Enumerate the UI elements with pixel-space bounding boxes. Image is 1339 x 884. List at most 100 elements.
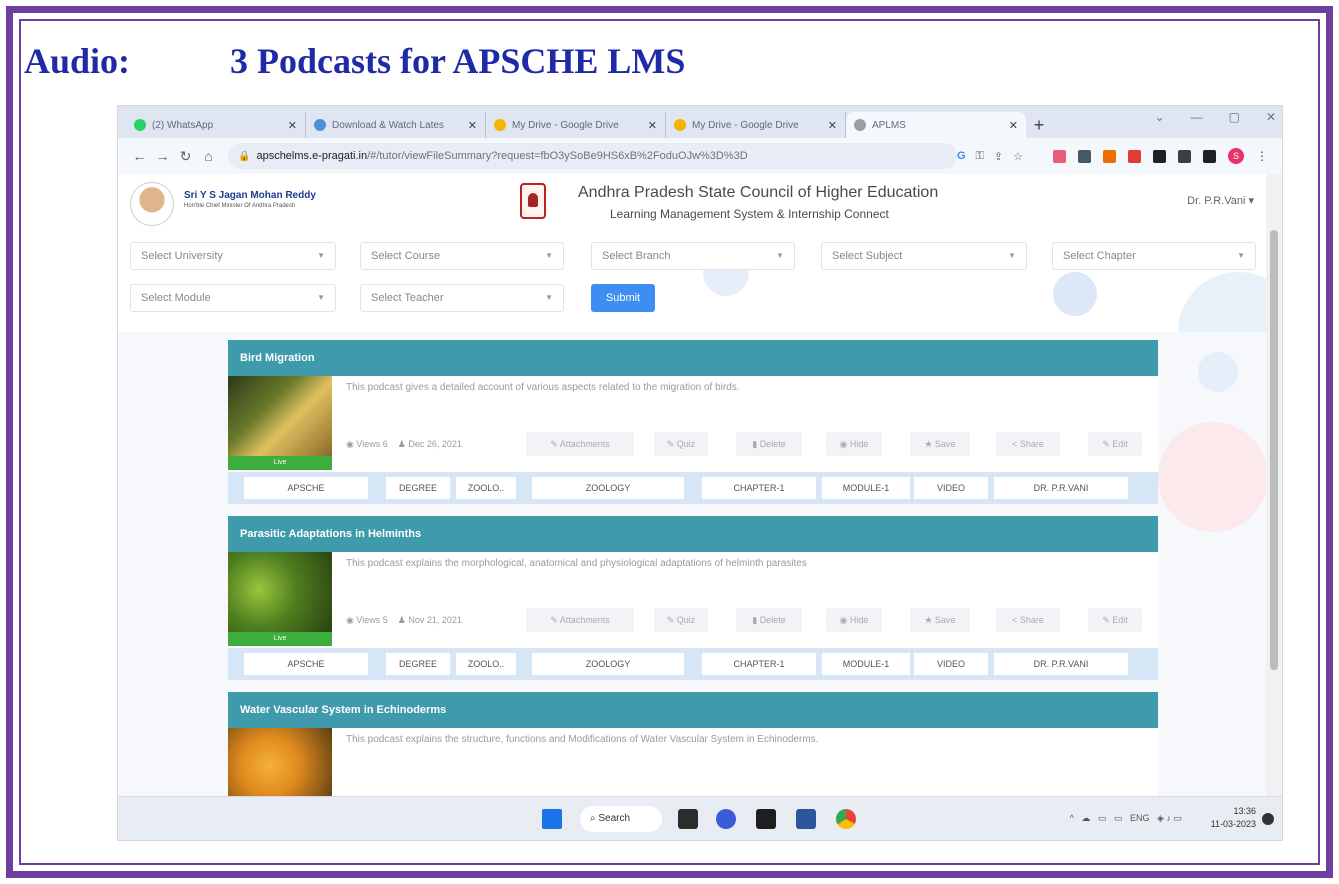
keyboard-icon[interactable]: ▭ (1098, 813, 1107, 823)
volume-icon[interactable]: ♪ (1166, 813, 1171, 823)
podcast-thumbnail[interactable]: Live (228, 552, 332, 646)
close-icon[interactable]: ✕ (1009, 119, 1018, 132)
url-input[interactable]: 🔒 apschelms.e-pragati.in/#/tutor/viewFil… (228, 143, 957, 169)
language-indicator[interactable]: ENG (1130, 813, 1150, 823)
select-module[interactable]: Select Module ▼ (130, 284, 336, 312)
save-button[interactable]: ★ Save (910, 608, 970, 632)
tab-drive-2[interactable]: My Drive - Google Drive ✕ (666, 112, 846, 138)
share-icon[interactable]: ⇪ (994, 150, 1003, 163)
tab-drive-1[interactable]: My Drive - Google Drive ✕ (486, 112, 666, 138)
save-button[interactable]: ★ Save (910, 432, 970, 456)
back-icon[interactable]: ← (128, 148, 151, 164)
button-label: Attachments (559, 439, 610, 449)
cloud-icon[interactable]: ☁ (1081, 813, 1090, 823)
maximize-icon[interactable]: ▢ (1229, 110, 1240, 124)
clock[interactable]: 13:36 11-03-2023 (1211, 805, 1256, 831)
new-tab-button[interactable]: + (1026, 112, 1052, 138)
close-icon[interactable]: ✕ (468, 119, 477, 132)
star-icon[interactable]: ☆ (1013, 150, 1023, 163)
select-label: Select Course (371, 250, 441, 262)
scrollbar-thumb[interactable] (1270, 230, 1278, 670)
extension-icon[interactable] (1103, 149, 1116, 163)
slide-heading: 3 Podcasts for APSCHE LMS (230, 41, 686, 81)
podcast-title[interactable]: Parasitic Adaptations in Helminths (228, 516, 1158, 552)
share-button[interactable]: < Share (996, 608, 1060, 632)
select-university[interactable]: Select University ▼ (130, 242, 336, 270)
hide-button[interactable]: ◉ Hide (826, 608, 882, 632)
scrollbar[interactable] (1266, 174, 1282, 796)
app-icon[interactable] (756, 809, 776, 829)
select-branch[interactable]: Select Branch ▼ (591, 242, 795, 270)
battery-icon[interactable]: ▭ (1173, 813, 1182, 823)
quiz-button[interactable]: ✎ Quiz (654, 608, 708, 632)
podcast-title[interactable]: Water Vascular System in Echinoderms (228, 692, 1158, 728)
podcast-title[interactable]: Bird Migration (228, 340, 1158, 376)
share-button[interactable]: < Share (996, 432, 1060, 456)
close-icon[interactable]: ✕ (288, 119, 297, 132)
delete-button[interactable]: ▮ Delete (736, 432, 802, 456)
word-icon[interactable] (796, 809, 816, 829)
chat-icon[interactable] (716, 809, 736, 829)
button-label: Quiz (676, 439, 696, 449)
chevron-down-icon[interactable]: ⌄ (1155, 110, 1165, 124)
user-menu[interactable]: Dr. P.R.Vani ▾ (1187, 194, 1254, 207)
select-course[interactable]: Select Course ▼ (360, 242, 564, 270)
sidepanel-icon[interactable] (1203, 149, 1216, 163)
edit-button[interactable]: ✎ Edit (1088, 432, 1142, 456)
chevron-up-icon[interactable]: ^ (1070, 813, 1074, 823)
user-icon: ♟ (397, 615, 406, 625)
windows-start-icon[interactable] (542, 809, 562, 829)
forward-icon[interactable]: → (151, 148, 174, 164)
notification-icon[interactable] (1262, 813, 1274, 825)
select-teacher[interactable]: Select Teacher ▼ (360, 284, 564, 312)
podcast-thumbnail[interactable] (228, 728, 332, 796)
site-icon (314, 119, 326, 131)
tab-download[interactable]: Download & Watch Lates ✕ (306, 112, 486, 138)
close-window-icon[interactable]: ✕ (1266, 110, 1276, 124)
display-icon[interactable]: ▭ (1114, 813, 1123, 823)
delete-button[interactable]: ▮ Delete (736, 608, 802, 632)
menu-icon[interactable]: ⋮ (1256, 149, 1268, 163)
views-count: Views 5 (356, 615, 388, 625)
quiz-button[interactable]: ✎ Quiz (654, 432, 708, 456)
download-icon[interactable] (1178, 149, 1191, 163)
podcast-description: This podcast explains the morphological,… (346, 558, 807, 569)
url-actions: G ⚿ ⇪ ☆ (957, 150, 1023, 163)
select-subject[interactable]: Select Subject ▼ (821, 242, 1027, 270)
attachments-button[interactable]: ✎ Attachments (526, 432, 634, 456)
live-badge: Live (228, 632, 332, 646)
home-icon[interactable]: ⌂ (197, 148, 220, 164)
select-label: Select Teacher (371, 292, 444, 304)
file-explorer-icon[interactable] (678, 809, 698, 829)
submit-button[interactable]: Submit (591, 284, 655, 312)
extension-icon[interactable] (1053, 149, 1066, 163)
tab-label: Download & Watch Lates (332, 119, 444, 131)
tab-aplms[interactable]: APLMS ✕ (846, 112, 1026, 138)
select-chapter[interactable]: Select Chapter ▼ (1052, 242, 1256, 270)
extension-icon[interactable] (1128, 149, 1141, 163)
reload-icon[interactable]: ↻ (174, 148, 197, 165)
key-icon[interactable]: ⚿ (976, 150, 984, 163)
minimize-icon[interactable]: — (1191, 110, 1203, 124)
edit-button[interactable]: ✎ Edit (1088, 608, 1142, 632)
decor-bubble (1158, 422, 1266, 532)
close-icon[interactable]: ✕ (828, 119, 837, 132)
attachments-button[interactable]: ✎ Attachments (526, 608, 634, 632)
close-icon[interactable]: ✕ (648, 119, 657, 132)
profile-avatar[interactable]: S (1228, 148, 1244, 164)
decor-bubble (1053, 272, 1097, 316)
button-label: Hide (849, 615, 869, 625)
google-icon[interactable]: G (957, 150, 966, 163)
podcast-description: This podcast gives a detailed account of… (346, 382, 740, 393)
taskbar-search[interactable]: ⌕ Search (580, 806, 662, 832)
eye-icon: ◉ (346, 615, 354, 625)
podcast-thumbnail[interactable]: Live (228, 376, 332, 470)
tag-teacher: DR. P.R.VANI (994, 477, 1128, 499)
hide-button[interactable]: ◉ Hide (826, 432, 882, 456)
extension-icon[interactable] (1078, 149, 1091, 163)
wifi-icon[interactable]: ◈ (1157, 813, 1164, 823)
podcast-description: This podcast explains the structure, fun… (346, 734, 819, 745)
chrome-icon[interactable] (836, 809, 856, 829)
tab-whatsapp[interactable]: (2) WhatsApp ✕ (126, 112, 306, 138)
puzzle-icon[interactable] (1153, 149, 1166, 163)
